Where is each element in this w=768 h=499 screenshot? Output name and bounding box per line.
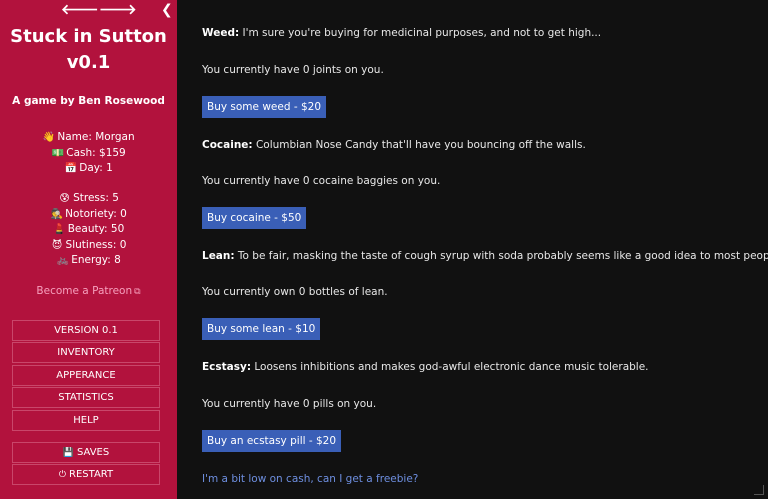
weed-heading: Weed:: [202, 27, 240, 39]
save-menu: 💾 SAVES ⏻ RESTART: [12, 442, 160, 487]
menu-statistics[interactable]: STATISTICS: [12, 387, 160, 409]
cocaine-description: Cocaine: Columbian Nose Candy that'll ha…: [202, 138, 586, 152]
resize-handle-icon[interactable]: [754, 485, 764, 495]
stat-name: 👋 Name: Morgan: [0, 130, 177, 146]
lean-description-text: To be fair, masking the taste of cough s…: [234, 250, 768, 262]
lean-status: You currently own 0 bottles of lean.: [202, 286, 388, 298]
weed-description: Weed: I'm sure you're buying for medicin…: [202, 26, 601, 40]
passage: Weed: I'm sure you're buying for medicin…: [177, 0, 768, 499]
forward-arrow-icon[interactable]: 🡒: [99, 2, 137, 18]
freebie-paragraph: I'm a bit low on cash, can I get a freeb…: [202, 472, 418, 486]
stat-cash: 💵 Cash: $159: [0, 146, 177, 162]
weed-status: You currently have 0 joints on you.: [202, 64, 384, 76]
sidebar: 🡐 🡒 ❮ Stuck in Sutton v0.1 A game by Ben…: [0, 0, 177, 499]
power-icon: ⏻: [58, 470, 66, 481]
buy-cocaine-button[interactable]: Buy cocaine - $50: [202, 207, 307, 229]
story-title: Stuck in Sutton v0.1: [0, 24, 177, 76]
calendar-icon: 📅: [64, 163, 77, 174]
stat-beauty-label: Beauty: 50: [67, 223, 125, 235]
buy-weed-button[interactable]: Buy some weed - $20: [202, 96, 327, 118]
external-link-icon: ⧉: [134, 287, 141, 297]
stat-day: 📅 Day: 1: [0, 161, 177, 177]
ecstasy-description: Ecstasy: Loosens inhibitions and makes g…: [202, 360, 649, 374]
basic-stats: 👋 Name: Morgan 💵 Cash: $159 📅 Day: 1: [0, 130, 177, 177]
stat-slutiness-label: Slutiness: 0: [65, 238, 127, 251]
stat-stress-label: Stress: 5: [73, 192, 119, 204]
menu-version[interactable]: VERSION 0.1: [12, 320, 160, 341]
detective-icon: 🕵: [50, 208, 63, 220]
stat-day-label: Day: 1: [79, 162, 113, 174]
weed-description-text: I'm sure you're buying for medicinal pur…: [239, 27, 602, 39]
stat-beauty: 💄 Beauty: 50: [0, 222, 177, 238]
bike-icon: 🚲: [56, 255, 69, 266]
buy-ecstasy-button[interactable]: Buy an ecstasy pill - $20: [202, 430, 342, 452]
saves-label: SAVES: [76, 447, 110, 458]
cocaine-status: You currently have 0 cocaine baggies on …: [202, 175, 441, 187]
stat-energy: 🚲 Energy: 8: [0, 253, 177, 269]
menu-help[interactable]: HELP: [12, 409, 160, 431]
stat-notoriety-label: Notoriety: 0: [65, 207, 127, 220]
menu-inventory[interactable]: INVENTORY: [12, 342, 160, 364]
ecstasy-description-text: Loosens inhibitions and makes god-awful …: [251, 361, 649, 373]
ecstasy-status: You currently have 0 pills on you.: [202, 398, 377, 410]
patreon-link-label: Become a Patreon: [36, 285, 133, 297]
cocaine-heading: Cocaine:: [202, 139, 253, 151]
stat-cash-label: Cash: $159: [66, 146, 126, 159]
devil-face-icon: 😈: [51, 239, 63, 251]
back-arrow-icon[interactable]: 🡐: [61, 2, 99, 18]
stat-energy-label: Energy: 8: [71, 254, 121, 266]
title-line-1: Stuck in Sutton: [10, 26, 167, 47]
lean-heading: Lean:: [202, 250, 235, 262]
restart-button[interactable]: ⏻ RESTART: [12, 464, 160, 486]
stat-slutiness: 😈 Slutiness: 0: [0, 238, 177, 254]
freebie-link[interactable]: I'm a bit low on cash, can I get a freeb…: [202, 473, 418, 485]
floppy-disk-icon: 💾: [62, 448, 74, 458]
waving-hand-icon: 👋: [42, 132, 56, 143]
menu-appearance[interactable]: APPERANCE: [12, 364, 160, 386]
title-line-2: v0.1: [66, 52, 111, 73]
restart-label: RESTART: [69, 469, 114, 481]
stat-notoriety: 🕵 Notoriety: 0: [0, 207, 177, 223]
cash-icon: 💵: [51, 147, 64, 159]
attribute-stats: 😰 Stress: 5 🕵 Notoriety: 0 💄 Beauty: 50 😈 Sl…: [0, 191, 177, 269]
cocaine-description-text: Columbian Nose Candy that'll have you bo…: [252, 139, 586, 151]
history-controls: 🡐 🡒 ❮: [0, 2, 177, 20]
buy-lean-button[interactable]: Buy some lean - $10: [202, 318, 321, 340]
lean-description: Lean: To be fair, masking the taste of c…: [202, 249, 768, 263]
main-menu: VERSION 0.1 INVENTORY APPERANCE STATISTI…: [12, 320, 160, 432]
story-author: A game by Ben Rosewood: [12, 95, 165, 107]
stat-stress: 😰 Stress: 5: [0, 191, 177, 207]
stress-face-icon: 😰: [59, 193, 70, 204]
lipstick-icon: 💄: [52, 224, 66, 235]
saves-button[interactable]: 💾 SAVES: [12, 442, 160, 463]
ecstasy-heading: Ecstasy:: [202, 361, 252, 373]
patreon-link[interactable]: Become a Patreon ⧉: [0, 285, 177, 297]
collapse-sidebar-icon[interactable]: ❮: [161, 2, 173, 18]
stat-name-label: Name: Morgan: [57, 131, 135, 143]
